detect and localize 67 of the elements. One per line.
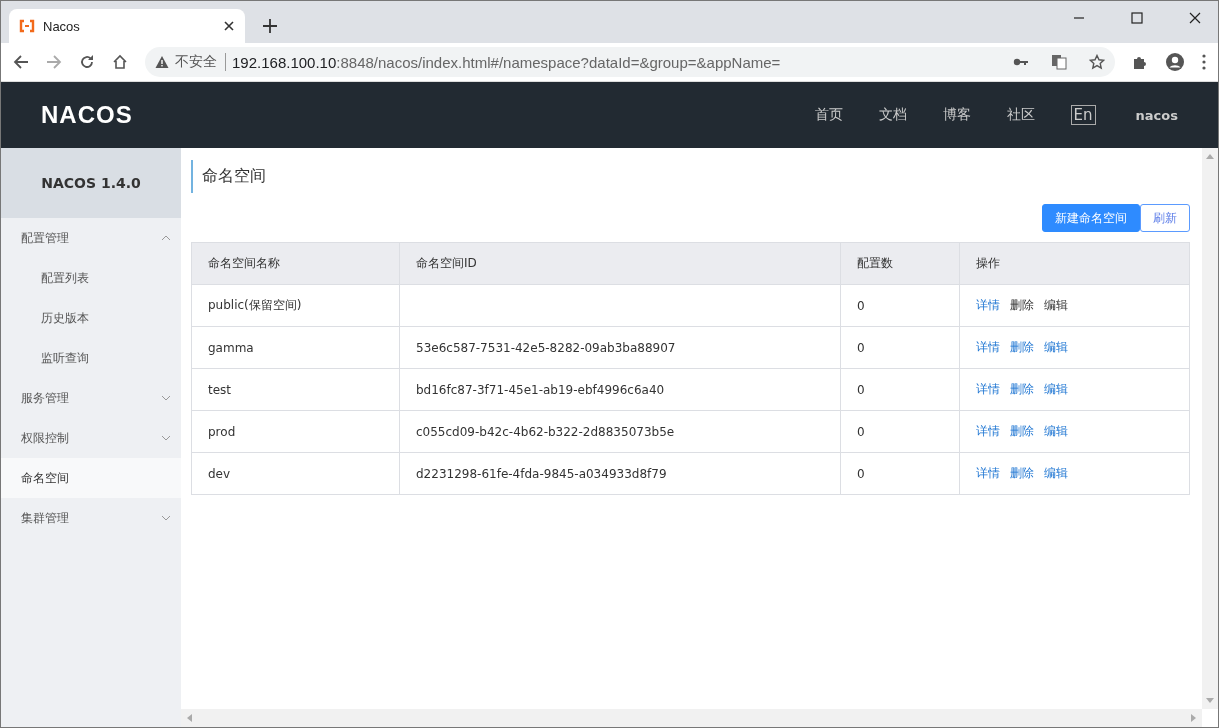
page-title: 命名空间 [191,160,1190,193]
close-icon[interactable] [1189,12,1201,24]
address-bar[interactable]: 不安全 192.168.100.10:8848/nacos/index.html#/namespace?dataId=&group=&appName= [145,47,1115,77]
maximize-icon[interactable] [1131,12,1143,24]
star-icon[interactable] [1089,54,1105,70]
table-cell: test [208,382,232,397]
new-tab-icon[interactable] [263,19,277,33]
version-label: NACOS 1.4.0 [1,148,181,218]
table-cell: 0 [857,424,865,439]
column-header: 命名空间名称 [191,242,400,285]
sidebar-subitem[interactable]: 历史版本 [1,298,181,338]
nav-link[interactable]: 社区 [1006,106,1035,124]
action-link[interactable]: 删除 [1010,382,1034,396]
table-cell: 0 [857,298,865,313]
table-cell: public(保留空间) [208,298,302,312]
table-cell: bd16fc87-3f71-45e1-ab19-ebf4996c6a40 [416,382,665,397]
warning-icon[interactable] [155,55,169,69]
sidebar-item[interactable]: 权限控制 [1,418,181,458]
table-cell: 53e6c587-7531-42e5-8282-09ab3ba88907 [416,340,676,355]
action-link[interactable]: 详情 [976,298,1000,312]
refresh-button[interactable]: 刷新 [1140,204,1190,232]
url-text: 192.168.100.10:8848/nacos/index.html#/namespace?dataId=&group=&appName= [232,53,781,71]
action-link[interactable]: 删除 [1010,466,1034,480]
table-cell: 0 [857,466,865,481]
nav-link[interactable]: 博客 [942,106,971,124]
table-cell: dev [208,466,231,481]
browser-tab[interactable]: Nacos [9,9,245,43]
action-link[interactable]: 删除 [1010,424,1034,438]
sidebar-item[interactable]: 配置管理 [1,218,181,258]
table-cell: d2231298-61fe-4fda-9845-a034933d8f79 [416,466,667,481]
table-cell: prod [208,424,236,439]
sidebar-item[interactable]: 服务管理 [1,378,181,418]
site-icon[interactable] [19,18,35,34]
action-link[interactable]: 删除 [1010,340,1034,354]
back-arrow-icon[interactable] [13,54,29,70]
language-button[interactable]: En [1070,105,1096,125]
tab-title: Nacos [43,18,81,34]
account-icon[interactable] [1165,52,1185,72]
sidebar-subitem[interactable]: 配置列表 [1,258,181,298]
table-cell: gamma [208,340,254,355]
nav-link[interactable]: 文档 [878,106,907,124]
column-header: 配置数 [840,242,960,285]
more-icon[interactable] [1202,54,1206,70]
logo[interactable]: NACOS [41,101,133,129]
action-link[interactable]: 编辑 [1044,466,1068,480]
reload-icon[interactable] [79,54,95,70]
action-link[interactable]: 编辑 [1044,424,1068,438]
sidebar-subitem[interactable]: 监听查询 [1,338,181,378]
column-header: 操作 [959,242,1190,285]
user-name[interactable]: nacos [1135,107,1178,123]
sidebar-item[interactable]: 命名空间 [1,458,181,498]
action-link[interactable]: 详情 [976,382,1000,396]
close-icon[interactable] [223,20,235,32]
security-label: 不安全 [175,53,226,71]
action-link[interactable]: 详情 [976,466,1000,480]
column-header: 命名空间ID [399,242,841,285]
table-cell: c055cd09-b42c-4b62-b322-2d8835073b5e [416,424,675,439]
action-link[interactable]: 编辑 [1044,340,1068,354]
sidebar-item[interactable]: 集群管理 [1,498,181,538]
table-cell: 0 [857,340,865,355]
action-link[interactable]: 编辑 [1044,382,1068,396]
action-link[interactable]: 详情 [976,340,1000,354]
puzzle-icon[interactable] [1132,54,1148,70]
table-cell: 0 [857,382,865,397]
action-link[interactable]: 详情 [976,424,1000,438]
home-icon[interactable] [112,54,128,70]
nav-link[interactable]: 首页 [814,106,843,124]
